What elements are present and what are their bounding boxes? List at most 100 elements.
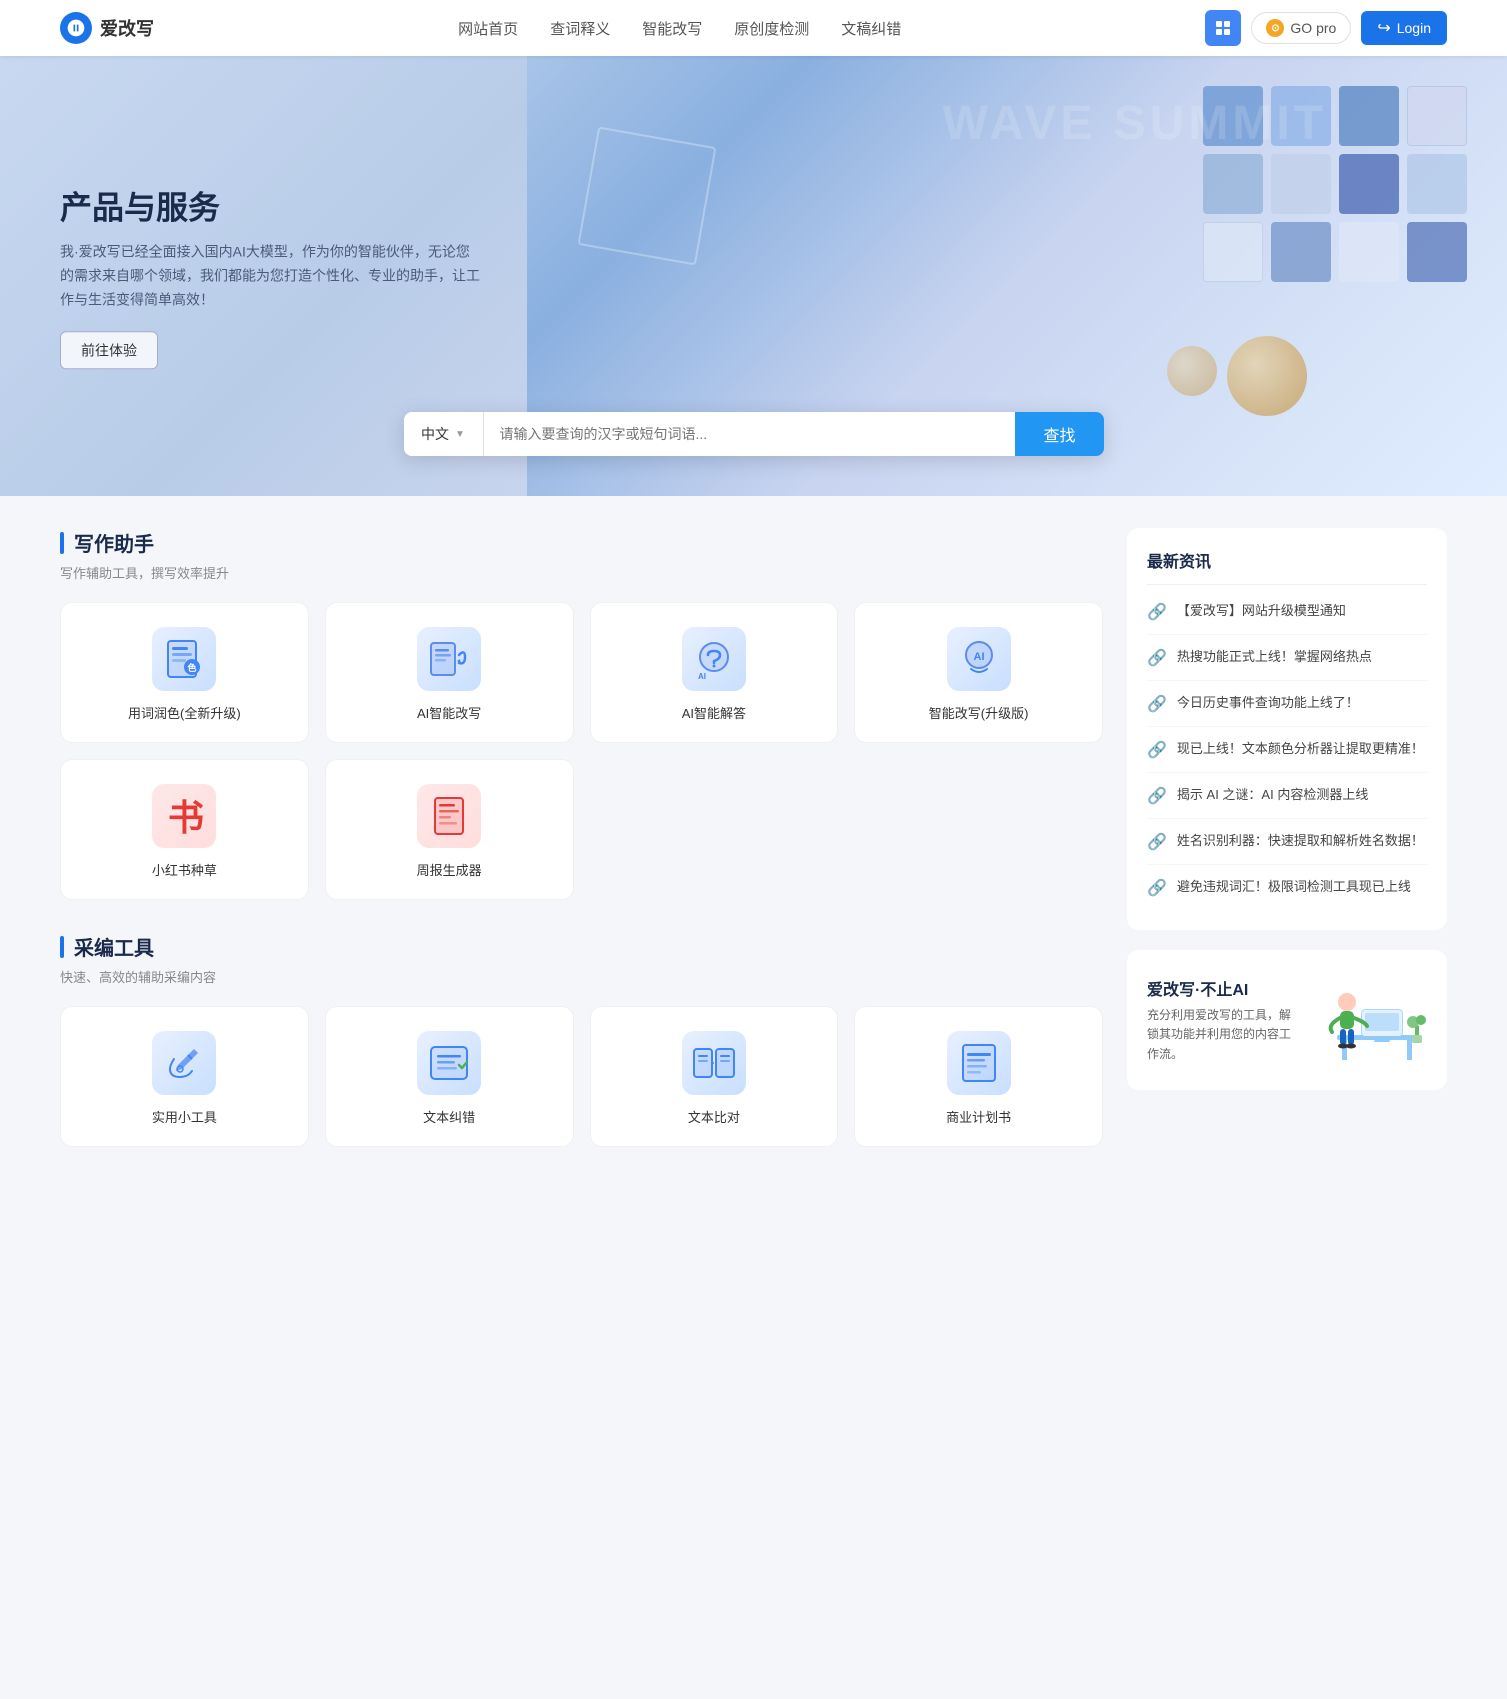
word-color-svg: 色 bbox=[160, 635, 208, 683]
tool-xiaohongshu-icon: 书 bbox=[152, 784, 216, 848]
hero-wave-text: WAVE SUMMIT bbox=[943, 96, 1327, 151]
ad-illustration bbox=[1307, 970, 1427, 1070]
deco-b4 bbox=[1407, 86, 1467, 146]
link-icon-2: 🔗 bbox=[1147, 694, 1167, 714]
tool-text-correct-label: 文本纠错 bbox=[423, 1107, 475, 1126]
svg-text:色: 色 bbox=[188, 662, 197, 673]
weekly-report-svg bbox=[425, 792, 473, 840]
nav-proofread[interactable]: 文稿纠错 bbox=[841, 18, 901, 39]
logo-icon bbox=[60, 12, 92, 44]
tool-ai-rewrite-label: AI智能改写 bbox=[417, 703, 481, 722]
news-item-5[interactable]: 🔗 姓名识别利器：快速提取和解析姓名数据！ bbox=[1147, 819, 1427, 865]
tool-word-color-icon: 色 bbox=[152, 627, 216, 691]
hero-cta-button[interactable]: 前往体验 bbox=[60, 332, 158, 370]
login-button[interactable]: ↪ Login bbox=[1361, 11, 1447, 45]
tool-text-compare-icon bbox=[682, 1031, 746, 1095]
svg-text:AI: AI bbox=[698, 672, 706, 681]
go-icon: ⊙ bbox=[1266, 19, 1284, 37]
logo-text: 爱改写 bbox=[100, 15, 154, 41]
tool-text-correct[interactable]: 文本纠错 bbox=[325, 1006, 574, 1147]
tool-smart-rewrite-label: 智能改写(升级版) bbox=[929, 703, 1029, 722]
nav-lookup[interactable]: 查词释义 bbox=[550, 18, 610, 39]
practical-svg bbox=[160, 1039, 208, 1087]
tool-business-plan-icon bbox=[947, 1031, 1011, 1095]
smart-rewrite-svg: AI bbox=[955, 635, 1003, 683]
deco-b8 bbox=[1407, 154, 1467, 214]
link-icon-1: 🔗 bbox=[1147, 648, 1167, 668]
tool-xiaohongshu-label: 小红书种草 bbox=[152, 860, 217, 879]
deco-b6 bbox=[1271, 154, 1331, 214]
logo[interactable]: 爱改写 bbox=[60, 12, 154, 44]
news-card: 最新资讯 🔗 【爱改写】网站升级模型通知 🔗 热搜功能正式上线！掌握网络热点 🔗… bbox=[1127, 528, 1447, 930]
tool-ai-answer[interactable]: AI AI智能解答 bbox=[590, 602, 839, 743]
tool-practical[interactable]: 实用小工具 bbox=[60, 1006, 309, 1147]
news-card-title: 最新资讯 bbox=[1147, 548, 1427, 585]
tool-word-color-label: 用词润色(全新升级) bbox=[128, 703, 241, 722]
deco-b7 bbox=[1339, 154, 1399, 214]
news-item-6[interactable]: 🔗 避免违规词汇！极限词检测工具现已上线 bbox=[1147, 865, 1427, 910]
link-icon-6: 🔗 bbox=[1147, 878, 1167, 898]
nav-rewrite[interactable]: 智能改写 bbox=[642, 18, 702, 39]
news-item-text-6: 避免违规词汇！极限词检测工具现已上线 bbox=[1177, 877, 1411, 897]
search-lang-text: 中文 bbox=[421, 424, 449, 444]
nav-originality[interactable]: 原创度检测 bbox=[734, 18, 809, 39]
tool-business-plan[interactable]: 商业计划书 bbox=[854, 1006, 1103, 1147]
editing-section-sub: 快速、高效的辅助采编内容 bbox=[60, 967, 1103, 986]
text-correct-svg bbox=[425, 1039, 473, 1087]
ad-desc: 充分利用爱改写的工具，解锁其功能并利用您的内容工作流。 bbox=[1147, 1006, 1295, 1064]
svg-text:AI: AI bbox=[973, 651, 984, 663]
xiaohongshu-svg: 书 bbox=[160, 792, 208, 840]
tool-weekly-report-label: 周报生成器 bbox=[417, 860, 482, 879]
writing-section-sub: 写作辅助工具，撰写效率提升 bbox=[60, 563, 1103, 582]
hero-sphere bbox=[1227, 336, 1307, 416]
grid-button[interactable] bbox=[1205, 10, 1241, 46]
tool-ai-answer-icon: AI bbox=[682, 627, 746, 691]
deco-b3 bbox=[1339, 86, 1399, 146]
deco-b9 bbox=[1203, 222, 1263, 282]
news-item-4[interactable]: 🔗 揭示 AI 之谜：AI 内容检测器上线 bbox=[1147, 773, 1427, 819]
tool-text-compare[interactable]: 文本比对 bbox=[590, 1006, 839, 1147]
tool-business-plan-label: 商业计划书 bbox=[946, 1107, 1011, 1126]
go-pro-label: GO pro bbox=[1290, 20, 1336, 36]
link-icon-3: 🔗 bbox=[1147, 740, 1167, 760]
link-icon-4: 🔗 bbox=[1147, 786, 1167, 806]
news-item-3[interactable]: 🔗 现已上线！文本颜色分析器让提取更精准！ bbox=[1147, 727, 1427, 773]
news-item-text-2: 今日历史事件查询功能上线了！ bbox=[1177, 693, 1359, 713]
search-bar: 中文 ▼ 查找 bbox=[404, 412, 1104, 456]
section-bar bbox=[60, 532, 64, 554]
hero-section: WAVE SUMMIT 产品与服务 我·爱改写已经全面接入国内AI大模型，作为你… bbox=[0, 56, 1507, 496]
search-input[interactable] bbox=[484, 412, 1016, 456]
editing-tool-grid: 实用小工具 文本纠错 bbox=[60, 1006, 1103, 1147]
navbar: 爱改写 网站首页 查词释义 智能改写 原创度检测 文稿纠错 ⊙ GO pro ↪… bbox=[0, 0, 1507, 56]
ad-title: 爱改写·不止AI bbox=[1147, 976, 1295, 1000]
tool-xiaohongshu[interactable]: 书 小红书种草 bbox=[60, 759, 309, 900]
ad-text: 爱改写·不止AI 充分利用爱改写的工具，解锁其功能并利用您的内容工作流。 bbox=[1147, 976, 1295, 1064]
editing-section-header: 采编工具 bbox=[60, 932, 1103, 961]
go-pro-button[interactable]: ⊙ GO pro bbox=[1251, 12, 1351, 44]
news-item-2[interactable]: 🔗 今日历史事件查询功能上线了！ bbox=[1147, 681, 1427, 727]
search-button[interactable]: 查找 bbox=[1015, 412, 1103, 456]
tool-weekly-report[interactable]: 周报生成器 bbox=[325, 759, 574, 900]
hero-content: 产品与服务 我·爱改写已经全面接入国内AI大模型，作为你的智能伙伴，无论您的需求… bbox=[60, 182, 480, 369]
tool-ai-rewrite[interactable]: AI智能改写 bbox=[325, 602, 574, 743]
tool-practical-label: 实用小工具 bbox=[152, 1107, 217, 1126]
news-item-text-0: 【爱改写】网站升级模型通知 bbox=[1177, 601, 1346, 621]
tool-smart-rewrite[interactable]: AI 智能改写(升级版) bbox=[854, 602, 1103, 743]
nav-home[interactable]: 网站首页 bbox=[458, 18, 518, 39]
writing-section-title: 写作助手 bbox=[74, 528, 154, 557]
search-lang-selector[interactable]: 中文 ▼ bbox=[404, 412, 484, 456]
grid-icon bbox=[1216, 21, 1230, 35]
editing-section-title: 采编工具 bbox=[74, 932, 154, 961]
link-icon-0: 🔗 bbox=[1147, 602, 1167, 622]
news-item-1[interactable]: 🔗 热搜功能正式上线！掌握网络热点 bbox=[1147, 635, 1427, 681]
tool-word-color[interactable]: 色 用词润色(全新升级) bbox=[60, 602, 309, 743]
business-plan-svg bbox=[955, 1039, 1003, 1087]
main-wrapper: 写作助手 写作辅助工具，撰写效率提升 色 用词润色(全新升级) bbox=[0, 496, 1507, 1179]
ad-card: 爱改写·不止AI 充分利用爱改写的工具，解锁其功能并利用您的内容工作流。 bbox=[1127, 950, 1447, 1090]
news-item-0[interactable]: 🔗 【爱改写】网站升级模型通知 bbox=[1147, 589, 1427, 635]
text-compare-svg bbox=[690, 1039, 738, 1087]
tool-practical-icon bbox=[152, 1031, 216, 1095]
news-item-text-1: 热搜功能正式上线！掌握网络热点 bbox=[1177, 647, 1372, 667]
hero-sphere2 bbox=[1167, 346, 1217, 396]
writing-tool-grid: 色 用词润色(全新升级) bbox=[60, 602, 1103, 900]
